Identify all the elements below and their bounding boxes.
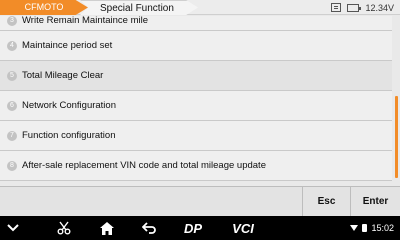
item-label: Total Mileage Clear — [22, 70, 104, 81]
item-number: 5 — [7, 70, 17, 81]
system-status: 15:02 — [350, 216, 394, 240]
item-number: 8 — [7, 160, 17, 171]
wifi-icon — [350, 225, 359, 231]
list-item[interactable]: 3 Write Remain Maintaince mile — [0, 16, 392, 31]
esc-button[interactable]: Esc — [302, 187, 350, 217]
top-status: 12.34V — [331, 0, 394, 15]
item-label: After-sale replacement VIN code and tota… — [22, 160, 266, 171]
item-label: Maintaince period set — [22, 40, 113, 51]
scissors-icon[interactable] — [52, 216, 76, 240]
clock: 15:02 — [371, 223, 394, 233]
action-bar: Esc Enter — [0, 186, 400, 217]
list-item[interactable]: 5 Total Mileage Clear — [0, 61, 392, 91]
voltage-readout: 12.34V — [365, 2, 394, 13]
enter-button[interactable]: Enter — [350, 187, 400, 217]
item-number: 7 — [7, 130, 17, 141]
home-icon[interactable] — [95, 216, 119, 240]
list-item[interactable]: 8 After-sale replacement VIN code and to… — [0, 151, 392, 181]
item-label: Write Remain Maintaince mile — [22, 16, 149, 26]
chevron-down-icon[interactable] — [2, 216, 24, 240]
breadcrumb-page[interactable]: Special Function — [80, 0, 198, 15]
list-scrollbar[interactable] — [395, 96, 398, 178]
list-item[interactable]: 7 Function configuration — [0, 121, 392, 151]
system-nav-bar: DP VCI 15:02 — [0, 216, 400, 240]
list-item[interactable]: 4 Maintaince period set — [0, 31, 392, 61]
top-bar: CFMOTO Special Function 12.34V — [0, 0, 400, 15]
item-number: 6 — [7, 100, 17, 111]
item-number: 3 — [7, 16, 17, 26]
breadcrumb-brand[interactable]: CFMOTO — [0, 0, 88, 15]
item-number: 4 — [7, 40, 17, 51]
back-icon[interactable] — [137, 216, 161, 240]
item-label: Network Configuration — [22, 100, 116, 111]
battery-icon — [347, 3, 362, 12]
dp-button[interactable]: DP — [178, 216, 208, 240]
battery-icon — [362, 224, 368, 232]
vci-button[interactable]: VCI — [228, 216, 258, 240]
report-icon[interactable] — [331, 3, 342, 12]
item-label: Function configuration — [22, 130, 116, 141]
function-list: 3 Write Remain Maintaince mile 4 Maintai… — [0, 16, 392, 186]
list-item[interactable]: 6 Network Configuration — [0, 91, 392, 121]
